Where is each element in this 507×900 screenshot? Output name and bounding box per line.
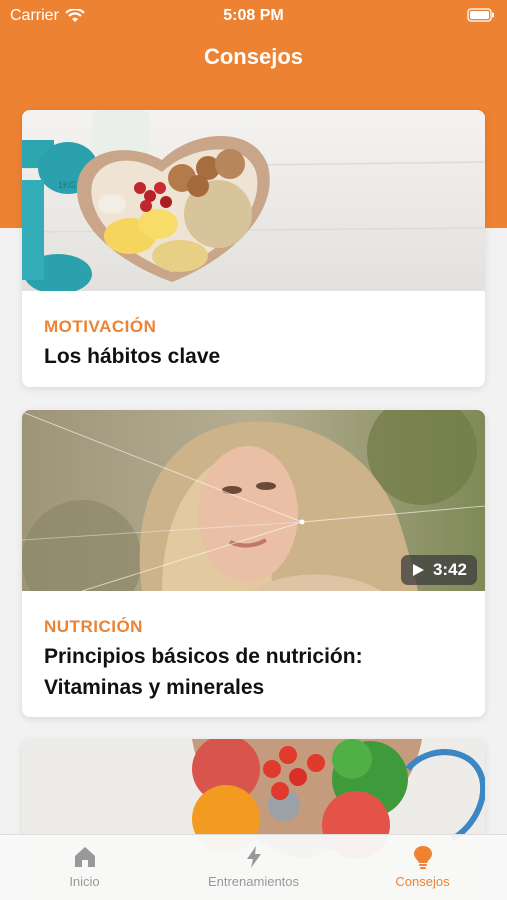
card-title: Principios básicos de nutrición: Vitamin…: [44, 645, 363, 699]
card-title: Los hábitos clave: [44, 345, 221, 368]
tab-label: Consejos: [395, 874, 450, 889]
play-icon: [412, 564, 424, 576]
tab-entrenamientos[interactable]: Entrenamientos: [169, 835, 338, 900]
bolt-icon: [246, 846, 261, 868]
article-card-nutricion[interactable]: 3:42 NUTRICIÓN Principios básicos de nut…: [22, 410, 485, 717]
article-card-motivacion[interactable]: 1KG MOTIVACIÓN Los hábitos clave: [22, 110, 485, 387]
lightbulb-icon: [413, 846, 432, 869]
tab-bar: Inicio Entrenamientos Consejos: [0, 834, 507, 900]
tab-inicio[interactable]: Inicio: [0, 835, 169, 900]
video-duration-badge: 3:42: [400, 555, 477, 585]
tab-consejos[interactable]: Consejos: [338, 835, 507, 900]
tab-label: Entrenamientos: [207, 874, 300, 889]
battery-icon: [467, 8, 494, 22]
page-title: Consejos: [203, 44, 304, 69]
tab-label: Inicio: [69, 874, 100, 889]
duration-label: 3:42: [432, 560, 467, 579]
home-icon: [74, 847, 95, 867]
healthy-food-heart-image: 1KG: [22, 110, 485, 291]
status-time: 5:08 PM: [223, 7, 284, 24]
status-bar: Carrier 5:08 PM: [0, 0, 507, 34]
card-category: NUTRICIÓN: [44, 617, 143, 636]
svg-text:1KG: 1KG: [58, 180, 76, 190]
woman-portrait-video-thumbnail: 3:42: [22, 410, 485, 591]
card-category: MOTIVACIÓN: [44, 317, 157, 336]
